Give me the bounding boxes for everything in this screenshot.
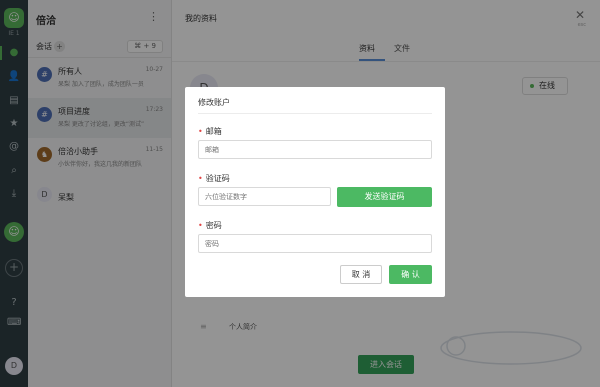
required-mark: • [198,127,203,136]
verification-code-field[interactable] [198,187,331,206]
password-field[interactable] [198,234,432,253]
code-label: • 验证码 [198,174,230,183]
required-mark: • [198,221,203,230]
send-code-button[interactable]: 发送验证码 [337,187,432,207]
email-field[interactable] [198,140,432,159]
dialog-divider [198,113,432,114]
password-label: • 密码 [198,221,222,230]
confirm-button[interactable]: 确 认 [389,265,432,284]
dialog-title: 修改账户 [198,98,230,107]
cancel-button[interactable]: 取 消 [340,265,382,284]
required-mark: • [198,174,203,183]
edit-account-dialog: 修改账户 •邮箱 •验证码 发送验证码 •密码 取 消 确 认 [185,87,445,297]
email-label: • 邮箱 [198,127,222,136]
